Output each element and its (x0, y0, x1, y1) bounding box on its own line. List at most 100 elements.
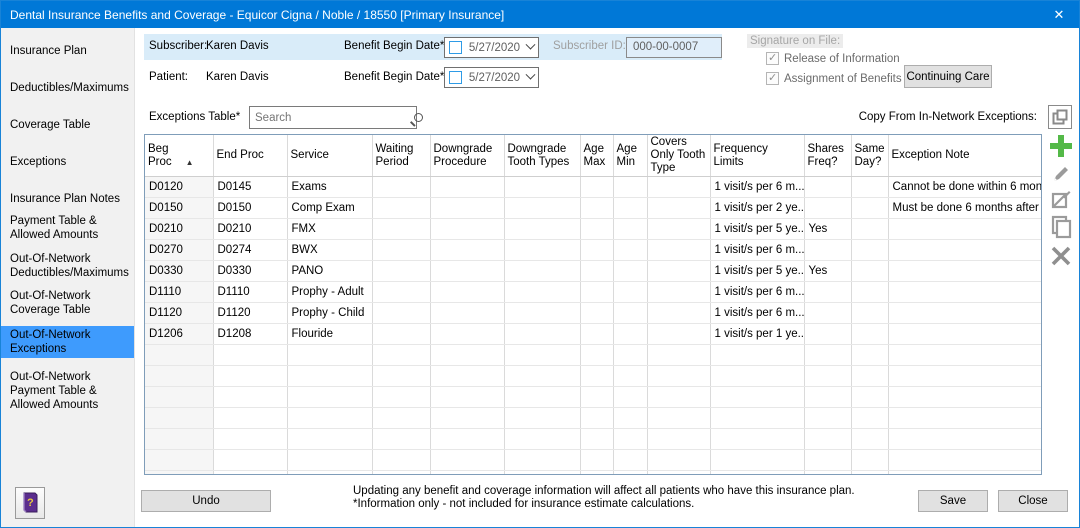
table-cell[interactable] (430, 219, 504, 240)
table-cell[interactable] (647, 324, 710, 345)
table-cell[interactable] (613, 282, 647, 303)
table-cell[interactable] (888, 345, 1042, 366)
table-cell[interactable] (372, 240, 430, 261)
table-cell[interactable] (504, 387, 580, 408)
table-cell[interactable] (430, 345, 504, 366)
table-cell[interactable] (145, 408, 213, 429)
table-cell[interactable] (888, 261, 1042, 282)
table-cell[interactable] (647, 471, 710, 476)
release-of-information-checkbox[interactable] (766, 52, 779, 65)
table-row[interactable]: D0150D0150Comp Exam 1 visit/s per 2 ye..… (145, 198, 1042, 219)
table-cell[interactable] (851, 282, 888, 303)
table-cell[interactable]: D0210 (213, 219, 287, 240)
table-cell[interactable] (580, 324, 613, 345)
table-cell[interactable] (613, 408, 647, 429)
column-header-frequency-limits[interactable]: Frequency Limits (710, 135, 804, 177)
table-cell[interactable]: 1 visit/s per 6 m... (710, 240, 804, 261)
table-cell[interactable] (504, 303, 580, 324)
table-cell[interactable] (580, 345, 613, 366)
table-cell[interactable] (647, 261, 710, 282)
table-cell[interactable] (504, 177, 580, 198)
table-cell[interactable] (613, 198, 647, 219)
copy-from-in-network-button[interactable] (1048, 105, 1072, 129)
edit-blocked-icon[interactable] (1050, 188, 1072, 210)
assignment-of-benefits-checkbox[interactable] (766, 72, 779, 85)
table-row[interactable]: D0270D0274BWX 1 visit/s per 6 m... (145, 240, 1042, 261)
table-cell[interactable] (287, 387, 372, 408)
table-cell[interactable]: Cannot be done within 6 months (888, 177, 1042, 198)
column-header-downgrade-tooth-types[interactable]: Downgrade Tooth Types (504, 135, 580, 177)
table-cell[interactable] (851, 471, 888, 476)
table-cell[interactable] (580, 387, 613, 408)
table-cell[interactable] (504, 345, 580, 366)
table-cell[interactable] (430, 198, 504, 219)
table-cell[interactable] (504, 324, 580, 345)
chevron-down-icon[interactable] (526, 40, 536, 50)
table-cell[interactable]: D0330 (213, 261, 287, 282)
table-cell[interactable] (287, 471, 372, 476)
table-cell[interactable] (580, 450, 613, 471)
column-header-age-max[interactable]: Age Max (580, 135, 613, 177)
table-cell[interactable] (145, 471, 213, 476)
table-cell[interactable] (804, 240, 851, 261)
table-row[interactable]: D1120D1120Prophy - Child 1 visit/s per 6… (145, 303, 1042, 324)
table-cell[interactable] (804, 177, 851, 198)
table-cell[interactable] (613, 219, 647, 240)
table-cell[interactable] (580, 198, 613, 219)
table-cell[interactable] (804, 282, 851, 303)
table-cell[interactable]: FMX (287, 219, 372, 240)
table-cell[interactable] (613, 366, 647, 387)
table-cell[interactable] (372, 177, 430, 198)
table-cell[interactable] (888, 366, 1042, 387)
table-cell[interactable] (888, 450, 1042, 471)
table-cell[interactable] (851, 303, 888, 324)
table-cell[interactable] (430, 177, 504, 198)
table-cell[interactable] (430, 429, 504, 450)
table-cell[interactable] (372, 345, 430, 366)
table-row[interactable]: D1206D1208Flouride 1 visit/s per 1 ye... (145, 324, 1042, 345)
table-cell[interactable] (647, 177, 710, 198)
table-cell[interactable] (647, 282, 710, 303)
table-cell[interactable] (804, 303, 851, 324)
table-cell[interactable] (804, 366, 851, 387)
table-cell[interactable]: D0150 (213, 198, 287, 219)
table-cell[interactable] (851, 408, 888, 429)
table-cell[interactable] (804, 324, 851, 345)
table-cell[interactable]: D1110 (145, 282, 213, 303)
table-row[interactable]: D1110D1110Prophy - Adult 1 visit/s per 6… (145, 282, 1042, 303)
titlebar[interactable]: Dental Insurance Benefits and Coverage -… (1, 1, 1079, 28)
table-cell[interactable]: Prophy - Child (287, 303, 372, 324)
table-cell[interactable] (710, 408, 804, 429)
sidebar-item-coverage-table[interactable]: Coverage Table (1, 116, 134, 134)
table-cell[interactable] (145, 366, 213, 387)
table-cell[interactable] (804, 450, 851, 471)
sidebar-item-exceptions[interactable]: Exceptions (1, 153, 134, 171)
table-cell[interactable] (851, 198, 888, 219)
table-cell[interactable] (851, 177, 888, 198)
table-cell[interactable] (851, 429, 888, 450)
table-cell[interactable]: D1120 (145, 303, 213, 324)
table-cell[interactable] (888, 408, 1042, 429)
search-box[interactable] (249, 106, 417, 129)
table-cell[interactable] (213, 450, 287, 471)
table-row[interactable]: D0210D0210FMX 1 visit/s per 5 ye...Yes (145, 219, 1042, 240)
table-cell[interactable] (213, 471, 287, 476)
table-cell[interactable] (613, 177, 647, 198)
table-cell[interactable] (804, 408, 851, 429)
table-cell[interactable] (213, 429, 287, 450)
table-cell[interactable]: D1206 (145, 324, 213, 345)
table-cell[interactable]: Comp Exam (287, 198, 372, 219)
table-cell[interactable] (888, 282, 1042, 303)
table-cell[interactable] (613, 240, 647, 261)
table-cell[interactable] (213, 408, 287, 429)
table-cell[interactable] (888, 387, 1042, 408)
table-cell[interactable]: D0150 (145, 198, 213, 219)
table-cell[interactable] (430, 303, 504, 324)
table-cell[interactable] (580, 408, 613, 429)
table-cell[interactable] (710, 429, 804, 450)
table-cell[interactable]: D1208 (213, 324, 287, 345)
table-cell[interactable] (430, 324, 504, 345)
table-cell[interactable] (580, 261, 613, 282)
table-cell[interactable] (851, 450, 888, 471)
table-cell[interactable] (851, 240, 888, 261)
